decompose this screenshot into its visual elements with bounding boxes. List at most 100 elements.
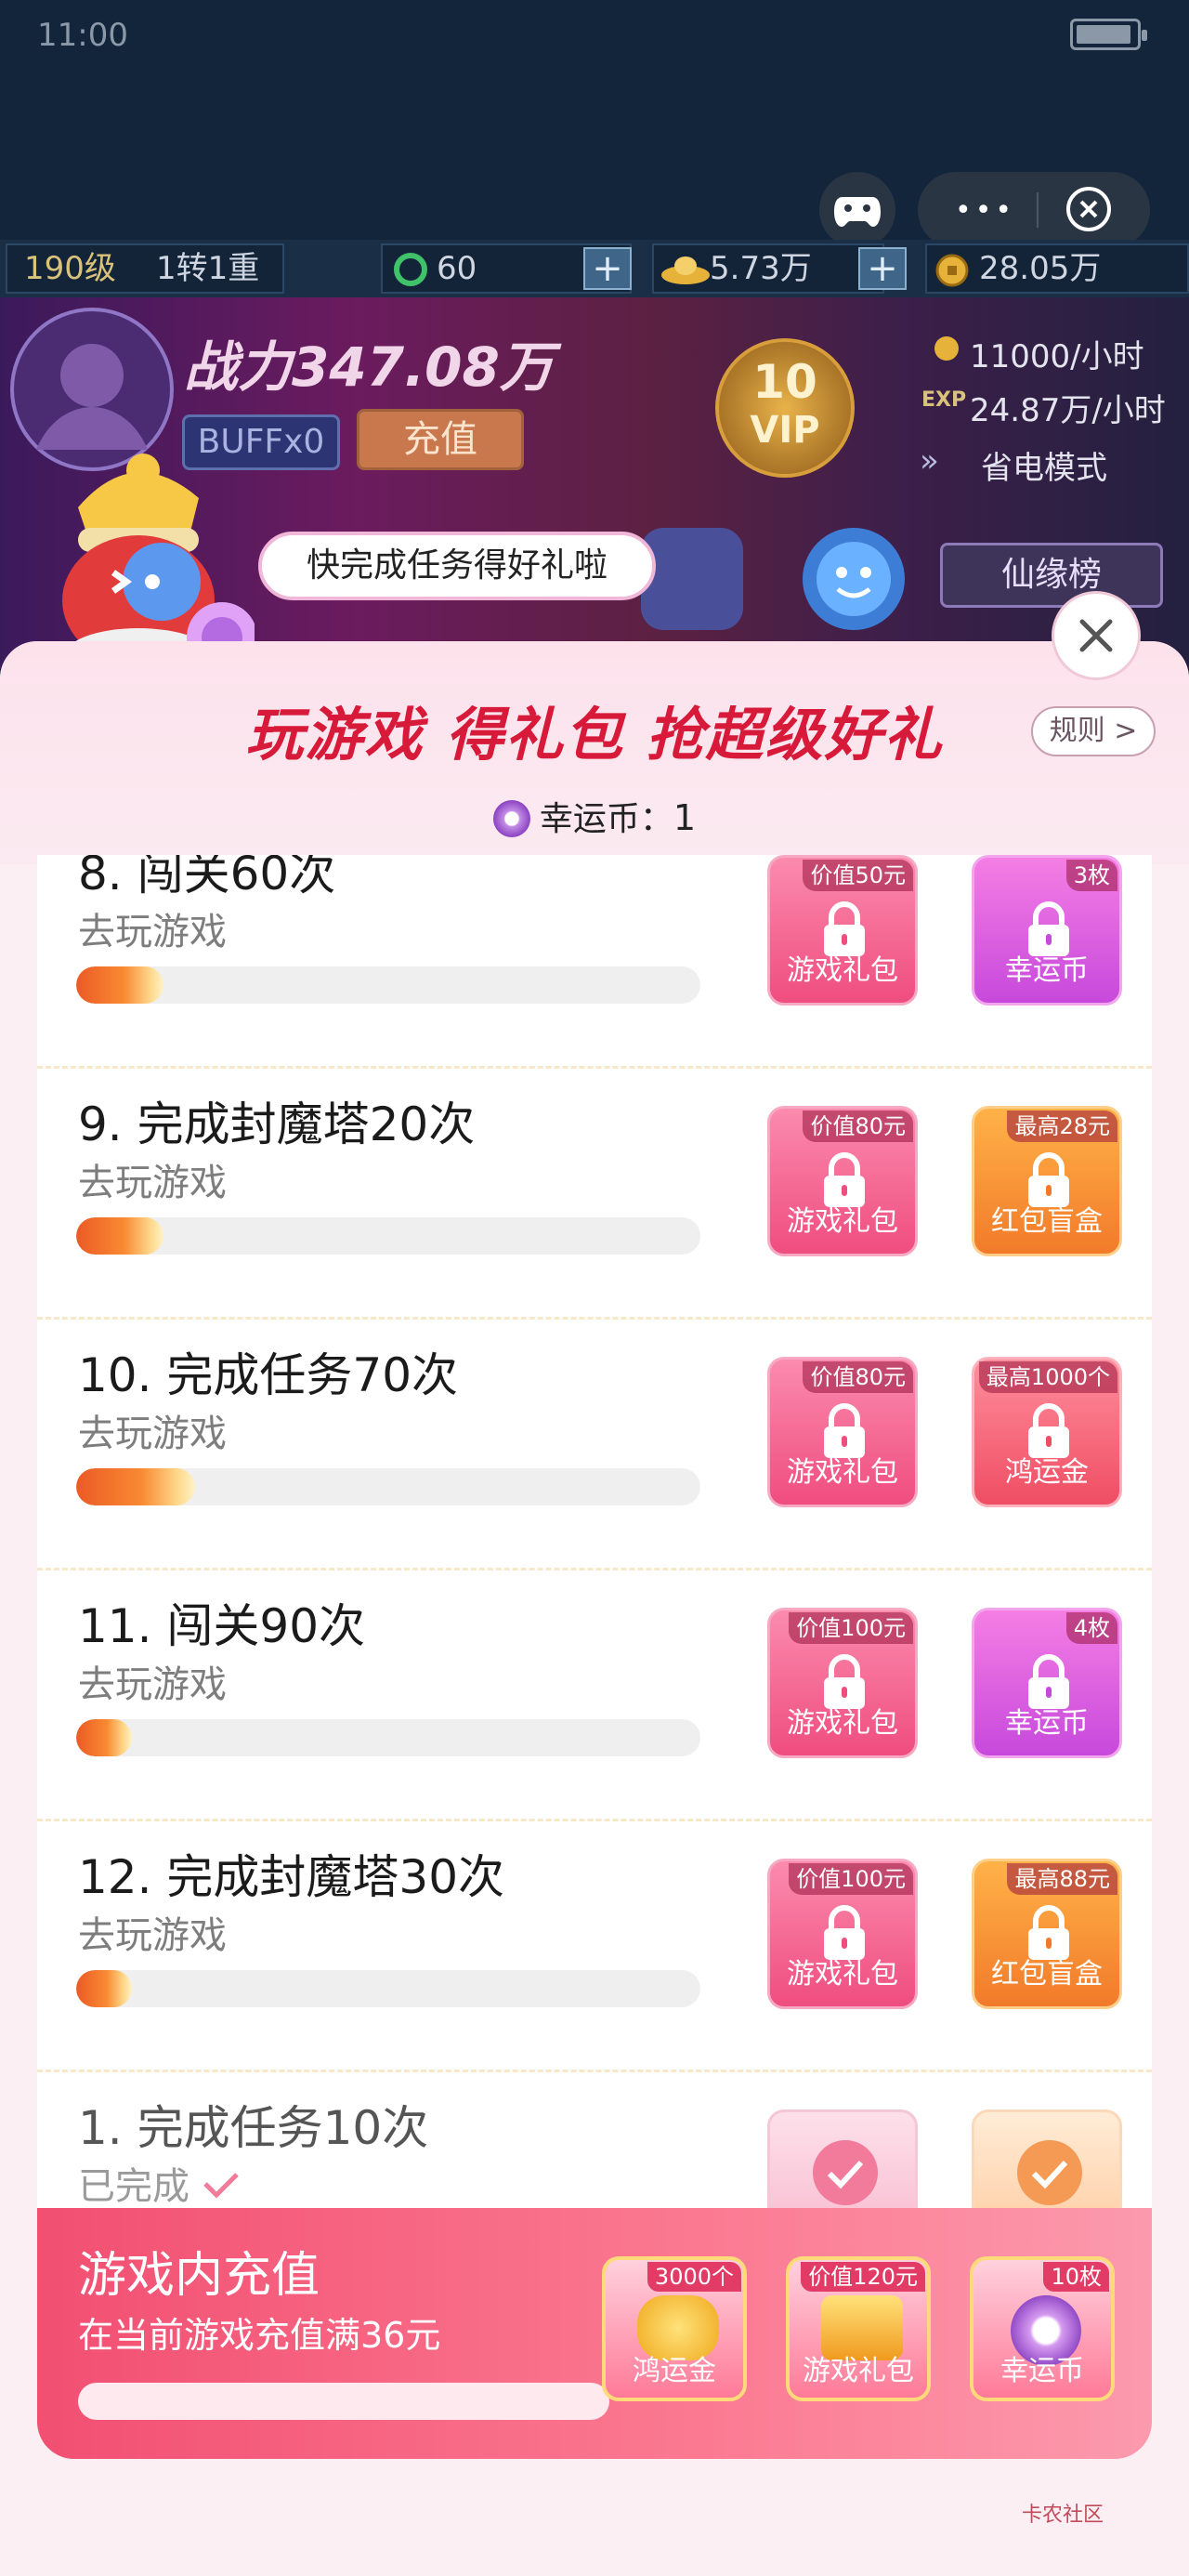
- reward-claimed: [767, 2109, 918, 2212]
- gamepad-icon[interactable]: [819, 172, 895, 248]
- task-list[interactable]: 8. 闯关60次 去玩游戏 价值50元 游戏礼包 3枚 幸运币 9. 完成封魔塔…: [37, 855, 1152, 2212]
- task-item[interactable]: 9. 完成封魔塔20次 去玩游戏 价值80元 游戏礼包 最高28元 红包盲盒: [37, 1069, 1152, 1320]
- reward-value-badge: 最高28元: [1007, 1111, 1117, 1142]
- task-title: 9. 完成封魔塔20次: [78, 1097, 476, 1151]
- reward-label: 幸运币: [1005, 954, 1089, 987]
- more-icon[interactable]: •••: [955, 194, 1015, 227]
- reward-label: 红包盲盒: [991, 1958, 1103, 1991]
- reward-game-gift[interactable]: 价值80元 游戏礼包: [767, 1106, 918, 1256]
- reward-value-badge: 价值80元: [803, 1361, 913, 1393]
- task-status: 已完成: [78, 2156, 239, 2210]
- task-action[interactable]: 去玩游戏: [78, 1654, 227, 1708]
- reward-game-gift[interactable]: 价值50元 游戏礼包: [767, 855, 918, 1005]
- task-item-completed: 1. 完成任务10次 已完成: [37, 2072, 1152, 2212]
- close-app-icon[interactable]: [1065, 185, 1113, 233]
- game-icon-rank[interactable]: [641, 528, 743, 630]
- check-circle-icon: [1017, 2140, 1082, 2205]
- reward-value-badge: 价值100元: [789, 1863, 913, 1895]
- reward-game-gift[interactable]: 价值80元 游戏礼包: [767, 1357, 918, 1507]
- miniapp-capsule: •••: [918, 172, 1150, 248]
- power-save-button[interactable]: » 省电模式: [920, 442, 1161, 491]
- task-progress-bar: [76, 1719, 700, 1756]
- recharge-progress-bar: [78, 2383, 609, 2420]
- reward-game-gift[interactable]: 价值100元 游戏礼包: [767, 1608, 918, 1758]
- coin-rate: 11000/小时: [970, 338, 1144, 375]
- reward-label: 游戏礼包: [787, 954, 898, 987]
- task-title: 10. 完成任务70次: [78, 1348, 459, 1402]
- recharge-task-card[interactable]: 游戏内充值 在当前游戏充值满36元 3000个 鸿运金 价值120元 游戏礼包 …: [37, 2208, 1152, 2459]
- reward-value-badge: 10枚: [1043, 2262, 1109, 2292]
- coin-icon: [935, 254, 969, 287]
- task-progress-bar: [76, 1468, 700, 1505]
- task-item[interactable]: 10. 完成任务70次 去玩游戏 价值80元 游戏礼包 最高1000个 鸿运金: [37, 1320, 1152, 1571]
- task-action[interactable]: 去玩游戏: [78, 1403, 227, 1457]
- task-title: 11. 闯关90次: [78, 1599, 366, 1653]
- task-action[interactable]: 去玩游戏: [78, 1905, 227, 1959]
- energy-value: 60: [437, 250, 477, 287]
- reward-lucky-coin[interactable]: 10枚 幸运币: [970, 2256, 1115, 2401]
- coin-rate-icon: [934, 336, 959, 361]
- task-action[interactable]: 去玩游戏: [78, 1152, 227, 1206]
- level-cell: 190级 1转1重: [6, 243, 284, 294]
- reward-label: 游戏礼包: [787, 1958, 898, 1991]
- task-title: 1. 完成任务10次: [78, 2101, 429, 2155]
- close-button[interactable]: [1052, 591, 1141, 680]
- ingot-value: 5.73万: [710, 250, 812, 287]
- task-progress-bar: [76, 966, 700, 1004]
- task-action[interactable]: 去玩游戏: [78, 901, 227, 955]
- reward-label: 鸿运金: [1005, 1456, 1089, 1489]
- ingot-cell: 5.73万: [652, 243, 884, 294]
- reward-game-gift[interactable]: 价值100元 游戏礼包: [767, 1859, 918, 2009]
- reward-lucky-coin[interactable]: 4枚 幸运币: [972, 1608, 1122, 1758]
- reward-label: 游戏礼包: [803, 2355, 914, 2387]
- reward-lucky-gold[interactable]: 最高1000个 鸿运金: [972, 1357, 1122, 1507]
- lucky-coin-label: 幸运币：: [539, 800, 673, 838]
- status-bar: 11:00: [0, 0, 1189, 74]
- rules-button[interactable]: 规则 >: [1031, 706, 1156, 756]
- modal-banner: 玩游戏 得礼包 抢超级好礼: [245, 701, 944, 769]
- ingot-plus-button[interactable]: +: [858, 247, 907, 290]
- reward-label: 游戏礼包: [787, 1205, 898, 1238]
- reward-value-badge: 3000个: [647, 2262, 741, 2292]
- task-title: 8. 闯关60次: [78, 855, 336, 900]
- coin-value: 28.05万: [979, 250, 1102, 287]
- lucky-coin-value: 1: [673, 797, 697, 838]
- coin-cell: 28.05万: [925, 243, 1189, 294]
- task-title: 12. 完成封魔塔30次: [78, 1850, 505, 1904]
- reward-value-badge: 价值80元: [803, 1111, 913, 1142]
- task-progress-bar: [76, 1217, 700, 1255]
- vip-badge[interactable]: 10 VIP: [715, 338, 855, 478]
- reward-value-badge: 4枚: [1065, 1612, 1117, 1644]
- reward-red-packet[interactable]: 最高88元 红包盲盒: [972, 1859, 1122, 2009]
- close-icon: [1079, 619, 1113, 652]
- status-time: 11:00: [37, 17, 128, 54]
- double-chevron-icon: »: [920, 442, 939, 480]
- battery-icon: [1070, 19, 1147, 50]
- lucky-coin-balance: 幸运币：1: [0, 792, 1189, 840]
- task-item[interactable]: 12. 完成封魔塔30次 去玩游戏 价值100元 游戏礼包 最高88元 红包盲盒: [37, 1821, 1152, 2072]
- combat-power: 战力347.08万: [184, 335, 554, 399]
- reward-value-badge: 3枚: [1065, 860, 1117, 891]
- check-circle-icon: [813, 2140, 878, 2205]
- exp-rate: 24.87万/小时: [970, 392, 1166, 429]
- reward-game-gift[interactable]: 价值120元 游戏礼包: [786, 2256, 931, 2401]
- recharge-button[interactable]: 充值: [357, 409, 524, 470]
- reward-claimed: [972, 2109, 1122, 2212]
- reward-label: 幸运币: [1005, 1707, 1089, 1740]
- game-icon-circle[interactable]: [803, 528, 905, 630]
- recharge-task-title: 游戏内充值: [78, 2248, 320, 2304]
- reward-label: 鸿运金: [633, 2355, 716, 2387]
- recharge-task-desc: 在当前游戏充值满36元: [78, 2315, 441, 2356]
- task-progress-bar: [76, 1970, 700, 2007]
- exp-label: EXP: [921, 388, 967, 412]
- reward-lucky-coin[interactable]: 3枚 幸运币: [972, 855, 1122, 1005]
- task-item[interactable]: 11. 闯关90次 去玩游戏 价值100元 游戏礼包 4枚 幸运币: [37, 1571, 1152, 1821]
- reward-lucky-gold[interactable]: 3000个 鸿运金: [602, 2256, 747, 2401]
- energy-plus-button[interactable]: +: [583, 247, 632, 290]
- hint-bubble: 快完成任务得好礼啦: [258, 532, 656, 600]
- energy-icon: [394, 253, 427, 286]
- reward-label: 游戏礼包: [787, 1707, 898, 1740]
- task-item[interactable]: 8. 闯关60次 去玩游戏 价值50元 游戏礼包 3枚 幸运币: [37, 855, 1152, 1069]
- level-value: 190级: [24, 250, 116, 287]
- reward-red-packet[interactable]: 最高28元 红包盲盒: [972, 1106, 1122, 1256]
